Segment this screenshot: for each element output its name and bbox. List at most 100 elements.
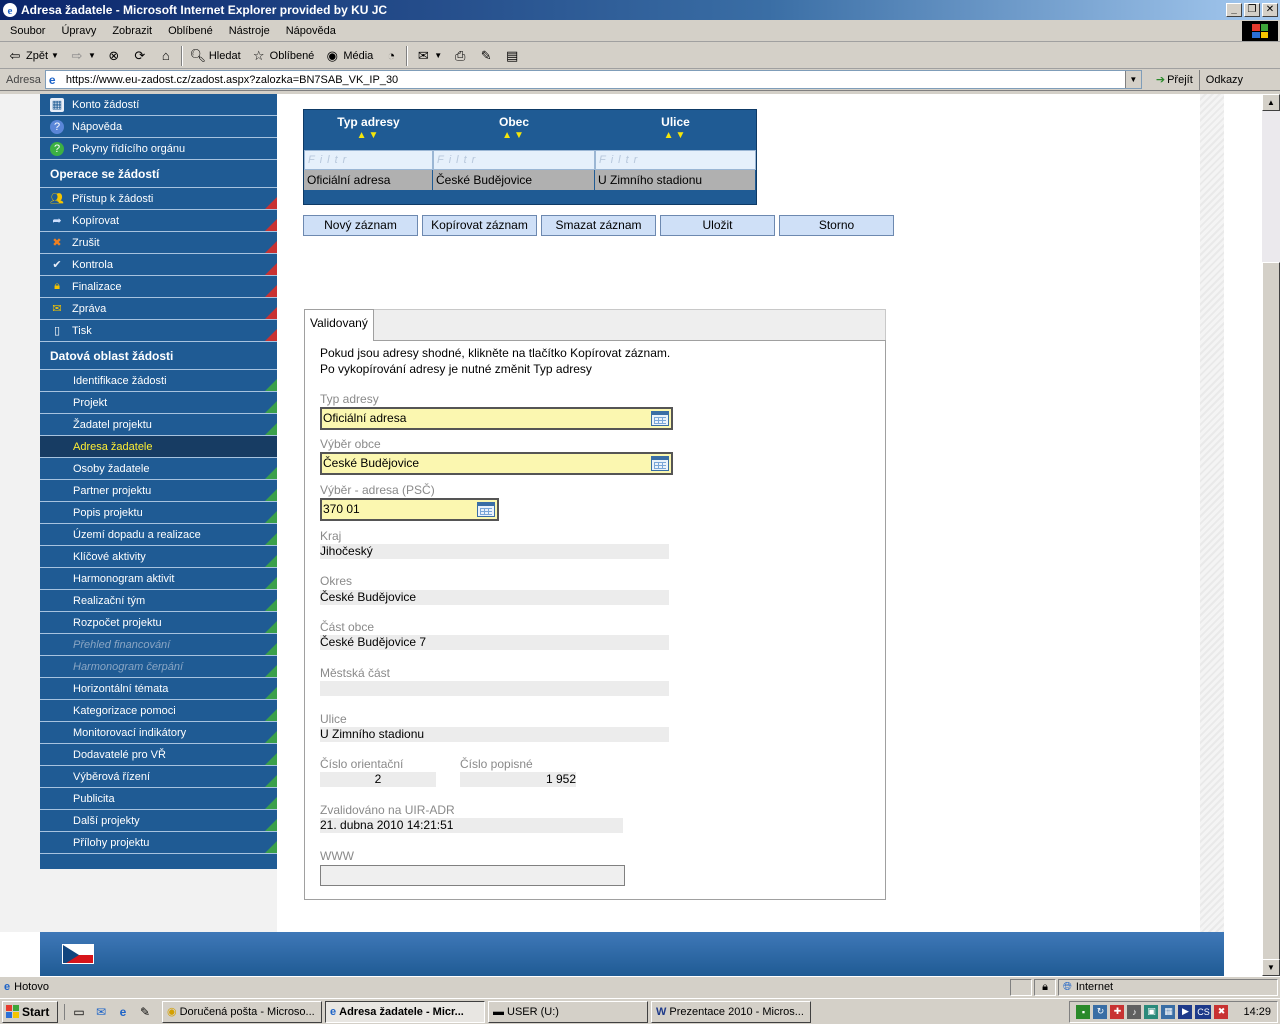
favorites-button[interactable]: ☆ Oblíbené: [248, 48, 318, 64]
column-header-obec[interactable]: Obec ▲▼: [433, 110, 595, 150]
clock[interactable]: 14:29: [1243, 1006, 1271, 1018]
sync-icon[interactable]: ↻: [1093, 1004, 1108, 1019]
sidebar-item-napoveda[interactable]: ? Nápověda: [40, 116, 277, 138]
task-explorer[interactable]: ▬ USER (U:): [488, 1000, 648, 1023]
filter-input-obec[interactable]: Filtr: [433, 150, 595, 170]
sidebar-item-klicove-aktivity[interactable]: Klíčové aktivity: [40, 546, 277, 568]
sort-arrows-icon[interactable]: ▲▼: [595, 130, 756, 141]
sidebar-item-tisk[interactable]: ▯ Tisk: [40, 320, 277, 342]
sidebar-item-zadatel-projektu[interactable]: Žadatel projektu: [40, 414, 277, 436]
filter-input-typ-adresy[interactable]: Filtr: [304, 150, 433, 170]
new-record-button[interactable]: Nový záznam: [303, 215, 418, 236]
sidebar-item-osoby-zadatele[interactable]: Osoby žadatele: [40, 458, 277, 480]
cancel-button[interactable]: Storno: [779, 215, 894, 236]
print-button[interactable]: ⎙: [449, 48, 471, 64]
home-button[interactable]: ⌂: [155, 48, 177, 64]
address-dropdown-icon[interactable]: ▼: [1124, 71, 1141, 88]
sidebar-item-pristup[interactable]: 👥︎ Přístup k žádosti: [40, 188, 277, 210]
media-button[interactable]: ◉ Média: [321, 48, 376, 64]
edit-button[interactable]: ✎: [475, 48, 497, 64]
sidebar-item-dalsi-projekty[interactable]: Další projekty: [40, 810, 277, 832]
menu-nastroje[interactable]: Nástroje: [221, 25, 278, 37]
task-outlook[interactable]: ◉ Doručená pošta - Microso...: [162, 1000, 322, 1023]
close-button[interactable]: ✕: [1262, 3, 1278, 17]
column-header-ulice[interactable]: Ulice ▲▼: [595, 110, 756, 150]
vertical-scrollbar[interactable]: ▲ ▼: [1262, 94, 1280, 976]
sidebar-item-kontrola[interactable]: ✔ Kontrola: [40, 254, 277, 276]
sort-arrows-icon[interactable]: ▲▼: [433, 130, 595, 141]
antivirus-icon[interactable]: ✚: [1110, 1004, 1125, 1019]
sidebar-item-partner-projektu[interactable]: Partner projektu: [40, 480, 277, 502]
calendar-picker-icon[interactable]: [651, 456, 669, 471]
menu-upravy[interactable]: Úpravy: [53, 25, 104, 37]
sidebar-item-uzemi-dopadu[interactable]: Území dopadu a realizace: [40, 524, 277, 546]
scrollbar-thumb[interactable]: [1262, 262, 1280, 962]
refresh-button[interactable]: ⟳: [129, 48, 151, 64]
scroll-up-icon[interactable]: ▲: [1262, 94, 1280, 111]
back-button[interactable]: ⇦ Zpět ▼: [4, 48, 62, 64]
restore-button[interactable]: ❐: [1244, 3, 1260, 17]
vyber-adresa-select[interactable]: 370 01: [320, 498, 499, 521]
volume-icon[interactable]: ♪: [1127, 1004, 1142, 1019]
sidebar-item-konto[interactable]: ▦ Konto žádostí: [40, 94, 277, 116]
monitor-icon[interactable]: ▣: [1144, 1004, 1159, 1019]
window-title-bar[interactable]: e Adresa žadatele - Microsoft Internet E…: [0, 0, 1280, 20]
desktop-icon[interactable]: ▭: [71, 1004, 87, 1020]
tab-validovany[interactable]: Validovaný: [304, 309, 374, 341]
forward-button[interactable]: ⇨ ▼: [66, 48, 99, 64]
filter-input-ulice[interactable]: Filtr: [595, 150, 756, 170]
outlook-icon[interactable]: ✉: [93, 1004, 109, 1020]
sidebar-item-monitorovaci-indikatory[interactable]: Monitorovací indikátory: [40, 722, 277, 744]
sidebar-item-identifikace[interactable]: Identifikace žádosti: [40, 370, 277, 392]
sidebar-item-zprava[interactable]: ✉ Zpráva: [40, 298, 277, 320]
language-indicator[interactable]: CS: [1195, 1004, 1212, 1019]
task-ie[interactable]: e Adresa žadatele - Micr...: [325, 1000, 485, 1023]
czech-flag-icon[interactable]: [62, 944, 94, 964]
scroll-down-icon[interactable]: ▼: [1262, 959, 1280, 976]
column-header-typ-adresy[interactable]: Typ adresy ▲▼: [304, 110, 433, 150]
sidebar-item-vyberova-rizeni[interactable]: Výběrová řízení: [40, 766, 277, 788]
ie-icon[interactable]: e: [115, 1004, 131, 1020]
network-icon[interactable]: ▪: [1076, 1004, 1091, 1019]
sidebar-item-rozpocet-projektu[interactable]: Rozpočet projektu: [40, 612, 277, 634]
sidebar-item-dodavatele-vr[interactable]: Dodavatelé pro VŘ: [40, 744, 277, 766]
sidebar-item-realizacni-tym[interactable]: Realizační tým: [40, 590, 277, 612]
delete-record-button[interactable]: Smazat záznam: [541, 215, 656, 236]
media-play-icon[interactable]: ▶: [1178, 1004, 1193, 1019]
table-row[interactable]: Oficiální adresa České Budějovice U Zimn…: [304, 170, 756, 190]
sidebar-item-pokyny[interactable]: ? Pokyny řídícího orgánu: [40, 138, 277, 160]
sort-arrows-icon[interactable]: ▲▼: [304, 130, 433, 141]
www-input[interactable]: [320, 865, 625, 886]
address-input[interactable]: e https://www.eu-zadost.cz/zadost.aspx?z…: [44, 70, 1142, 89]
sidebar-item-prilohy-projektu[interactable]: Přílohy projektu: [40, 832, 277, 854]
menu-napoveda[interactable]: Nápověda: [278, 25, 344, 37]
notepad-icon[interactable]: ✎: [137, 1004, 153, 1020]
copy-record-button[interactable]: Kopírovat záznam: [422, 215, 537, 236]
vyber-obce-select[interactable]: České Budějovice: [320, 452, 673, 475]
sidebar-item-zrusit[interactable]: ✖ Zrušit: [40, 232, 277, 254]
calendar-picker-icon[interactable]: [651, 411, 669, 426]
minimize-button[interactable]: _: [1226, 3, 1242, 17]
menu-soubor[interactable]: Soubor: [2, 25, 53, 37]
save-button[interactable]: Uložit: [660, 215, 775, 236]
sidebar-item-harmonogram-aktivit[interactable]: Harmonogram aktivit: [40, 568, 277, 590]
sidebar-item-kategorizace-pomoci[interactable]: Kategorizace pomoci: [40, 700, 277, 722]
discuss-button[interactable]: ▤: [501, 48, 523, 64]
task-word[interactable]: W Prezentace 2010 - Micros...: [651, 1000, 811, 1023]
search-button[interactable]: 🔍︎ Hledat: [187, 48, 244, 64]
stop-button[interactable]: ⊗: [103, 48, 125, 64]
sidebar-item-adresa-zadatele[interactable]: Adresa žadatele: [40, 436, 277, 458]
mail-button[interactable]: ✉ ▼: [412, 48, 445, 64]
sidebar-item-publicita[interactable]: Publicita: [40, 788, 277, 810]
history-button[interactable]: ◔: [380, 48, 402, 64]
sidebar-item-popis-projektu[interactable]: Popis projektu: [40, 502, 277, 524]
sidebar-item-horizontalni-temata[interactable]: Horizontální témata: [40, 678, 277, 700]
calendar-picker-icon[interactable]: [477, 502, 495, 517]
sidebar-item-finalizace[interactable]: 🔒︎ Finalizace: [40, 276, 277, 298]
start-button[interactable]: Start: [2, 1000, 58, 1023]
sidebar-item-projekt[interactable]: Projekt: [40, 392, 277, 414]
menu-oblibene[interactable]: Oblíbené: [160, 25, 221, 37]
calendar-icon[interactable]: ▦: [1161, 1004, 1176, 1019]
links-button[interactable]: Odkazy: [1198, 69, 1249, 90]
typ-adresy-select[interactable]: Oficiální adresa: [320, 407, 673, 430]
